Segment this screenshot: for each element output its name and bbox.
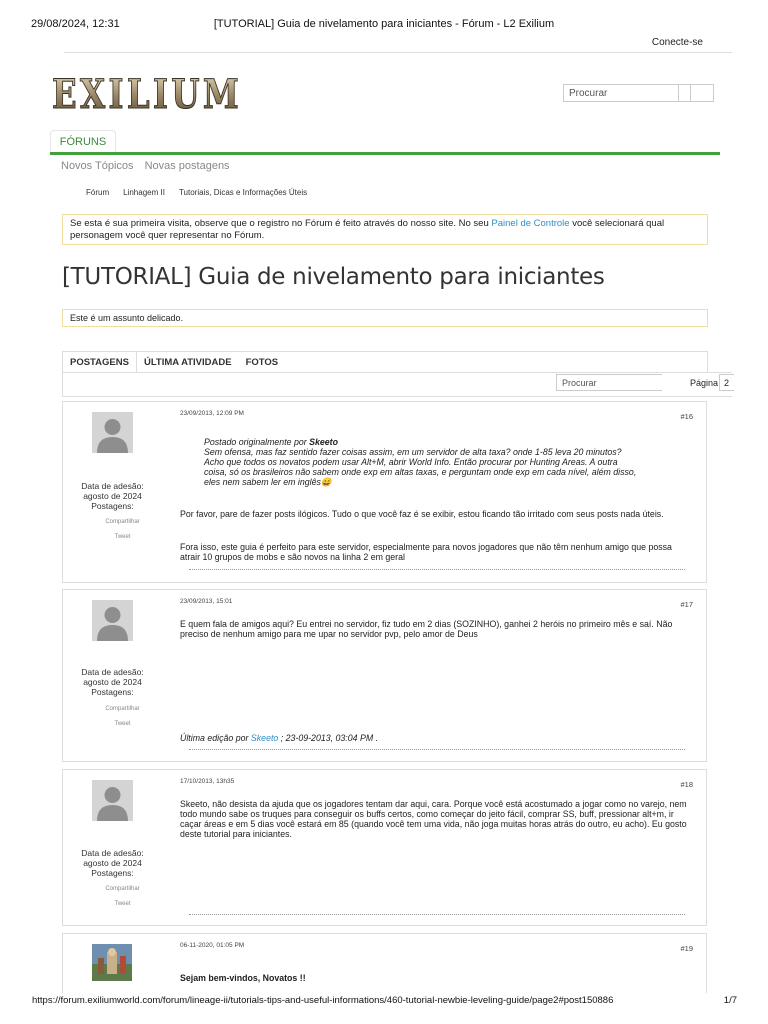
header-search[interactable]: Procurar xyxy=(563,84,714,102)
quote-prefix: Postado originalmente por xyxy=(204,437,310,447)
notice-text-before: Se esta é sua primeira visita, observe q… xyxy=(70,218,492,229)
breadcrumb-lineage[interactable]: Linhagem II xyxy=(123,188,165,197)
edit-author-link[interactable]: Skeeto xyxy=(251,733,278,743)
quote-line: Acho que todos os novatos podem usar Alt… xyxy=(204,457,618,467)
join-date: agosto de 2024 xyxy=(83,491,142,501)
tweet-link[interactable]: Tweet xyxy=(85,534,160,540)
tweet-link[interactable]: Tweet xyxy=(85,721,160,727)
join-date: agosto de 2024 xyxy=(83,858,142,868)
thread-title: [TUTORIAL] Guia de nivelamento para inic… xyxy=(62,264,605,290)
post-number-link[interactable]: #17 xyxy=(680,600,693,609)
tweet-link[interactable]: Tweet xyxy=(85,901,160,907)
subnav-new-posts[interactable]: Novas postagens xyxy=(145,160,230,172)
tab-forums[interactable]: FÓRUNS xyxy=(50,130,116,153)
search-submit-button[interactable] xyxy=(690,85,713,101)
post-text: Por favor, pare de fazer posts ilógicos.… xyxy=(180,509,664,519)
post-divider xyxy=(189,914,685,915)
tab-latest-activity[interactable]: ÚLTIMA ATIVIDADE xyxy=(137,352,239,373)
quote-block: Postado originalmente por Skeeto Sem ofe… xyxy=(204,437,694,487)
breadcrumb-forum[interactable]: Fórum xyxy=(86,188,109,197)
post-text: Skeeto, não desista da ajuda que os joga… xyxy=(180,799,687,839)
tab-posts[interactable]: POSTAGENS xyxy=(63,352,137,373)
print-page-count: 1/7 xyxy=(723,995,737,1006)
post-number-link[interactable]: #19 xyxy=(680,944,693,953)
page-number-input[interactable]: 2 xyxy=(719,374,734,391)
post-text: Sejam bem-vindos, Novatos !! xyxy=(180,973,306,983)
default-avatar-icon[interactable] xyxy=(92,780,133,821)
print-doc-title: [TUTORIAL] Guia de nivelamento para inic… xyxy=(213,18,555,30)
post-18: Data de adesão: agosto de 2024 Postagens… xyxy=(62,769,707,926)
control-panel-link[interactable]: Painel de Controle xyxy=(491,218,569,229)
quote-line: coisa, só os brasileiros não sabem onde … xyxy=(204,467,637,477)
post-date: 23/09/2013, 12:09 PM xyxy=(180,410,244,417)
user-info: Data de adesão: agosto de 2024 Postagens… xyxy=(67,848,158,878)
join-date: agosto de 2024 xyxy=(83,677,142,687)
edit-prefix: Última edição por xyxy=(180,733,251,743)
share-link[interactable]: Compartilhar xyxy=(85,886,160,892)
post-19: 06-11-2020, 01:05 PM #19 Sejam bem-vindo… xyxy=(62,933,707,993)
breadcrumb-tutorials[interactable]: Tutoriais, Dicas e Informações Úteis xyxy=(179,188,307,197)
breadcrumb: Fórum Linhagem II Tutoriais, Dicas e Inf… xyxy=(86,188,307,197)
default-avatar-icon[interactable] xyxy=(92,600,133,641)
post-16: Data de adesão: agosto de 2024 Postagens… xyxy=(62,401,707,583)
print-url: https://forum.exiliumworld.com/forum/lin… xyxy=(32,995,614,1006)
page-label: Página xyxy=(690,378,719,388)
share-link[interactable]: Compartilhar xyxy=(85,706,160,712)
posts-label: Postagens: xyxy=(91,687,134,697)
tab-photos[interactable]: FOTOS xyxy=(239,352,286,373)
user-avatar-icon[interactable] xyxy=(92,944,132,981)
thread-search-input[interactable]: Procurar xyxy=(556,374,662,391)
search-option-button[interactable] xyxy=(678,85,690,101)
posts-label: Postagens: xyxy=(91,868,134,878)
grin-emoji-icon: 😄 xyxy=(320,477,332,487)
header-search-input[interactable]: Procurar xyxy=(564,85,678,101)
subnav: Novos Tópicos Novas postagens xyxy=(61,160,230,172)
default-avatar-icon[interactable] xyxy=(92,412,133,453)
header-divider xyxy=(64,52,732,53)
nav-green-bar xyxy=(50,152,720,155)
quote-author: Skeeto xyxy=(309,437,338,447)
user-info: Data de adesão: agosto de 2024 Postagens… xyxy=(67,667,158,697)
post-text: Fora isso, este guia é perfeito para est… xyxy=(180,542,672,562)
delicate-notice: Este é um assunto delicado. xyxy=(62,309,708,327)
login-link[interactable]: Conecte-se xyxy=(652,37,703,48)
join-label: Data de adesão: xyxy=(81,667,144,677)
edit-suffix: ; 23-09-2013, 03:04 PM . xyxy=(278,733,379,743)
subnav-new-topics[interactable]: Novos Tópicos xyxy=(61,160,134,172)
post-number-link[interactable]: #16 xyxy=(680,412,693,421)
posts-label: Postagens: xyxy=(91,501,134,511)
share-link[interactable]: Compartilhar xyxy=(85,519,160,525)
thread-tabs: POSTAGENS ÚLTIMA ATIVIDADE FOTOS xyxy=(62,351,708,373)
post-divider xyxy=(189,749,685,750)
post-date: 17/10/2013, 13h35 xyxy=(180,778,235,785)
quote-line: Sem ofensa, mas faz sentido fazer coisas… xyxy=(204,447,622,457)
post-date: 06-11-2020, 01:05 PM xyxy=(180,942,245,949)
site-logo[interactable]: EXILIUM xyxy=(50,71,245,119)
post-date: 23/09/2013, 15:01 xyxy=(180,598,233,605)
post-17: Data de adesão: agosto de 2024 Postagens… xyxy=(62,589,707,762)
registration-notice: Se esta é sua primeira visita, observe q… xyxy=(62,214,708,245)
last-edit-note: Última edição por Skeeto ; 23-09-2013, 0… xyxy=(180,733,690,743)
quote-line: eles nem sabem ler em inglês xyxy=(204,477,321,487)
user-info: Data de adesão: agosto de 2024 Postagens… xyxy=(67,481,158,511)
logo-text: EXILIUM xyxy=(52,72,242,114)
post-text: E quem fala de amigos aqui? Eu entrei no… xyxy=(180,619,673,639)
join-label: Data de adesão: xyxy=(81,481,144,491)
post-divider xyxy=(189,569,685,570)
join-label: Data de adesão: xyxy=(81,848,144,858)
post-number-link[interactable]: #18 xyxy=(680,780,693,789)
